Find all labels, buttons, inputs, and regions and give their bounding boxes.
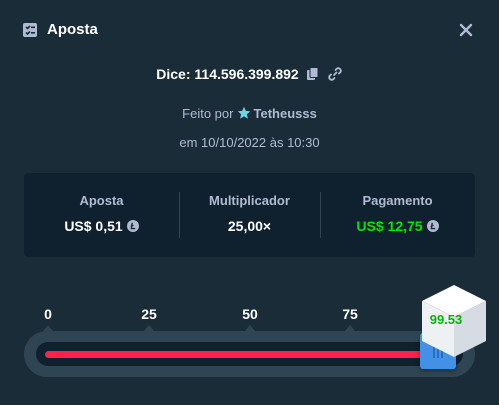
roll-result: 99.53 <box>429 312 463 327</box>
tick-label-25: 25 <box>141 306 157 322</box>
stat-multiplier: Multiplicador 25,00× <box>179 173 320 257</box>
stat-multiplier-value: 25,00× <box>227 218 272 234</box>
stat-payout-value-row: US$ 12,75 <box>320 218 475 234</box>
tick-label-50: 50 <box>242 306 258 322</box>
tick-label-75: 75 <box>342 306 358 322</box>
made-by-prefix: Feito por <box>182 106 234 121</box>
stat-payout-value: US$ 12,75 <box>356 218 423 234</box>
stat-bet-label: Aposta <box>79 193 124 208</box>
stat-multiplier-label: Multiplicador <box>209 193 290 208</box>
copy-icon[interactable] <box>305 66 321 82</box>
litecoin-icon <box>426 220 439 232</box>
stat-payout: Pagamento US$ 12,75 <box>320 173 475 257</box>
game-id-text: Dice: 114.596.399.892 <box>156 66 299 82</box>
modal-header: Aposta <box>0 0 499 62</box>
modal-title: Aposta <box>47 21 98 38</box>
stat-bet-value: US$ 0,51 <box>64 218 123 234</box>
close-icon[interactable] <box>458 22 474 38</box>
bet-stats-panel: Aposta US$ 0,51 Multiplicador 25,00× Pag… <box>24 173 475 257</box>
stat-payout-label: Pagamento <box>362 193 433 208</box>
slider-track-outer <box>24 331 475 377</box>
username-link[interactable]: Tetheusss <box>253 106 316 121</box>
tick-label-0: 0 <box>44 306 52 322</box>
stat-bet-value-row: US$ 0,51 <box>24 218 179 234</box>
made-by-row: Feito por Tetheusss <box>0 106 499 124</box>
stat-bet: Aposta US$ 0,51 <box>24 173 179 257</box>
slider-lose-range <box>45 351 438 358</box>
star-icon <box>238 106 251 119</box>
link-icon[interactable] <box>327 66 343 82</box>
game-id-row: Dice: 114.596.399.892 <box>0 66 499 86</box>
slider-track[interactable] <box>36 342 463 366</box>
bet-slip-icon <box>23 23 37 37</box>
bet-date: em 10/10/2022 às 10:30 <box>179 135 320 150</box>
litecoin-icon <box>126 220 139 232</box>
